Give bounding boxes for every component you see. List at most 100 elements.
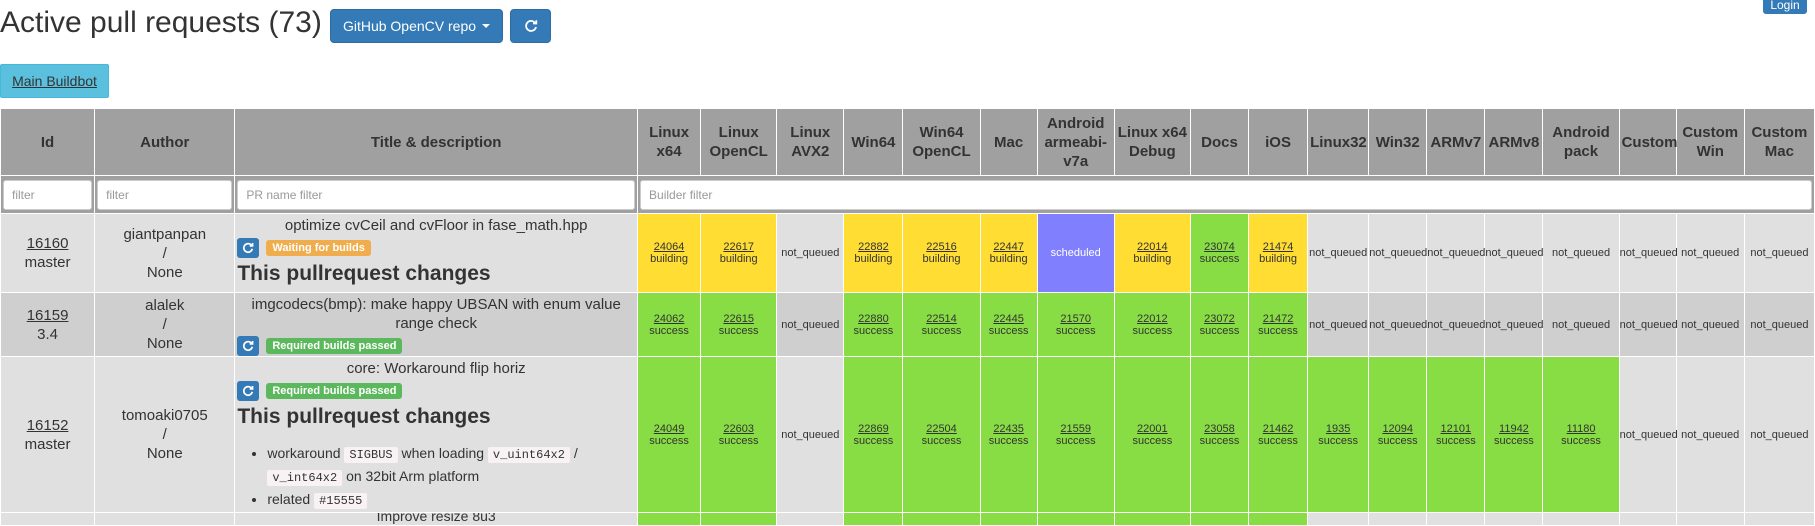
- col-builder[interactable]: Win64 OpenCL: [902, 108, 981, 176]
- build-status: success: [1258, 324, 1298, 337]
- rebuild-button[interactable]: [237, 381, 260, 401]
- rebuild-button[interactable]: [237, 336, 260, 356]
- build-link[interactable]: 21472: [1249, 313, 1307, 325]
- build-link[interactable]: 1935: [1308, 423, 1368, 435]
- col-builder[interactable]: Android armeabi-v7a: [1036, 108, 1115, 176]
- build-link[interactable]: 24062: [638, 313, 700, 325]
- id-filter-input[interactable]: filter: [3, 179, 93, 210]
- list-item: related #15555: [267, 489, 635, 512]
- build-link[interactable]: 24049: [638, 423, 700, 435]
- build-link[interactable]: 22516: [903, 241, 979, 253]
- col-builder[interactable]: Mac: [979, 108, 1038, 176]
- login-button[interactable]: Login: [1763, 0, 1807, 14]
- build-link[interactable]: 11942: [1485, 423, 1542, 435]
- build-status: not_queued: [1681, 318, 1740, 331]
- col-builder[interactable]: ARMv7: [1426, 108, 1486, 176]
- build-cell: 22445 success: [979, 292, 1038, 357]
- build-link[interactable]: 23074: [1191, 241, 1248, 253]
- col-builder[interactable]: Linux32: [1307, 108, 1370, 176]
- build-status: not_queued: [1681, 247, 1740, 259]
- pr-id-cell: 16152 master: [0, 356, 96, 513]
- build-cell: 12101 success: [1426, 356, 1486, 513]
- build-link[interactable]: 22504: [903, 423, 979, 435]
- build-cell: not_queued: [1368, 213, 1427, 293]
- col-builder[interactable]: Linux x64: [637, 108, 702, 176]
- author-filter-input[interactable]: filter: [97, 179, 233, 210]
- build-link[interactable]: 22435: [981, 423, 1037, 435]
- repo-dropdown-button[interactable]: GitHub OpenCV repo: [330, 9, 503, 43]
- build-status: success: [921, 324, 962, 337]
- col-builder[interactable]: Linux x64 Debug: [1113, 108, 1191, 176]
- build-link[interactable]: 21462: [1249, 423, 1307, 435]
- rebuild-button[interactable]: [237, 238, 260, 258]
- col-builder[interactable]: ARMv8: [1484, 108, 1544, 176]
- title-cell: imgcodecs(bmp): make happy UBSAN with en…: [234, 292, 639, 357]
- col-builder[interactable]: Win32: [1368, 108, 1428, 176]
- build-cell: 22447 building: [979, 213, 1038, 293]
- build-status: building: [719, 253, 758, 265]
- col-author[interactable]: Author: [94, 108, 236, 176]
- build-link[interactable]: 12101: [1427, 423, 1484, 435]
- col-builder[interactable]: Linux AVX2: [776, 108, 845, 176]
- col-builder[interactable]: Custom Mac: [1743, 108, 1815, 176]
- build-link[interactable]: 24064: [638, 241, 700, 253]
- build-status: building: [989, 253, 1028, 265]
- pr-title: Improve resize 8u3: [376, 512, 496, 524]
- build-link[interactable]: 22012: [1115, 313, 1190, 325]
- code-span[interactable]: #15555: [314, 493, 368, 509]
- build-link[interactable]: 12094: [1369, 423, 1426, 435]
- build-link[interactable]: 21559: [1038, 423, 1114, 435]
- pr-link[interactable]: 16160: [1, 234, 94, 253]
- build-link[interactable]: 22445: [981, 313, 1037, 325]
- col-builder[interactable]: Custom Win: [1675, 108, 1745, 176]
- build-status: not_queued: [1369, 318, 1428, 331]
- title-cell: core: Workaround flip horiz Required bui…: [234, 356, 639, 513]
- build-link[interactable]: 23072: [1191, 313, 1248, 325]
- build-cell: 22869 success: [843, 356, 904, 513]
- build-link[interactable]: 21570: [1038, 313, 1114, 325]
- build-cell: not_queued: [1618, 213, 1678, 293]
- build-link[interactable]: 22014: [1115, 241, 1190, 253]
- build-status: not_queued: [1551, 247, 1611, 259]
- build-cell: 22014 building: [1113, 213, 1191, 293]
- header-row: Id Author Title & description Linux x64 …: [0, 108, 1815, 176]
- build-status: not_queued: [1427, 247, 1486, 259]
- col-builder[interactable]: Android pack: [1542, 108, 1620, 176]
- col-id[interactable]: Id: [0, 108, 96, 176]
- assignee: None: [146, 263, 183, 281]
- build-link[interactable]: 22882: [844, 241, 902, 253]
- refresh-button[interactable]: [510, 9, 551, 43]
- build-link[interactable]: 22514: [903, 313, 979, 325]
- build-link[interactable]: 23058: [1191, 423, 1248, 435]
- build-status: building: [650, 253, 689, 265]
- col-title[interactable]: Title & description: [234, 108, 639, 176]
- build-status: success: [921, 434, 962, 447]
- col-builder[interactable]: iOS: [1247, 108, 1309, 176]
- build-cell: not_queued: [1484, 213, 1544, 293]
- builder-filter-input[interactable]: Builder filter: [640, 179, 1812, 210]
- build-link[interactable]: 11180: [1543, 423, 1618, 435]
- build-link[interactable]: 22615: [701, 313, 776, 325]
- author-cell: giantpanpan / None: [94, 213, 236, 293]
- build-link[interactable]: 22001: [1115, 423, 1190, 435]
- pr-link[interactable]: 16159: [1, 306, 94, 325]
- build-link[interactable]: 22447: [981, 241, 1037, 253]
- title-filter-input[interactable]: PR name filter: [237, 179, 636, 210]
- main-buildbot-button[interactable]: Main Buildbot: [0, 64, 109, 98]
- build-link[interactable]: 21474: [1249, 241, 1307, 253]
- build-link[interactable]: 22880: [844, 313, 902, 325]
- text: related: [267, 491, 311, 507]
- build-link[interactable]: 22869: [844, 423, 902, 435]
- build-link[interactable]: 22617: [701, 241, 776, 253]
- build-link[interactable]: 22603: [701, 423, 776, 435]
- pr-branch: 3.4: [37, 325, 58, 343]
- col-builder[interactable]: Custom: [1618, 108, 1677, 176]
- col-builder[interactable]: Docs: [1189, 108, 1250, 176]
- build-cell: not_queued: [1307, 213, 1370, 293]
- col-builder[interactable]: Win64: [843, 108, 904, 176]
- pr-id-cell: 16160 master: [0, 213, 96, 293]
- build-cell: 22615 success: [700, 292, 778, 357]
- col-builder[interactable]: Linux OpenCL: [700, 108, 778, 176]
- pr-link[interactable]: 16152: [1, 416, 94, 435]
- build-status: success: [853, 434, 894, 447]
